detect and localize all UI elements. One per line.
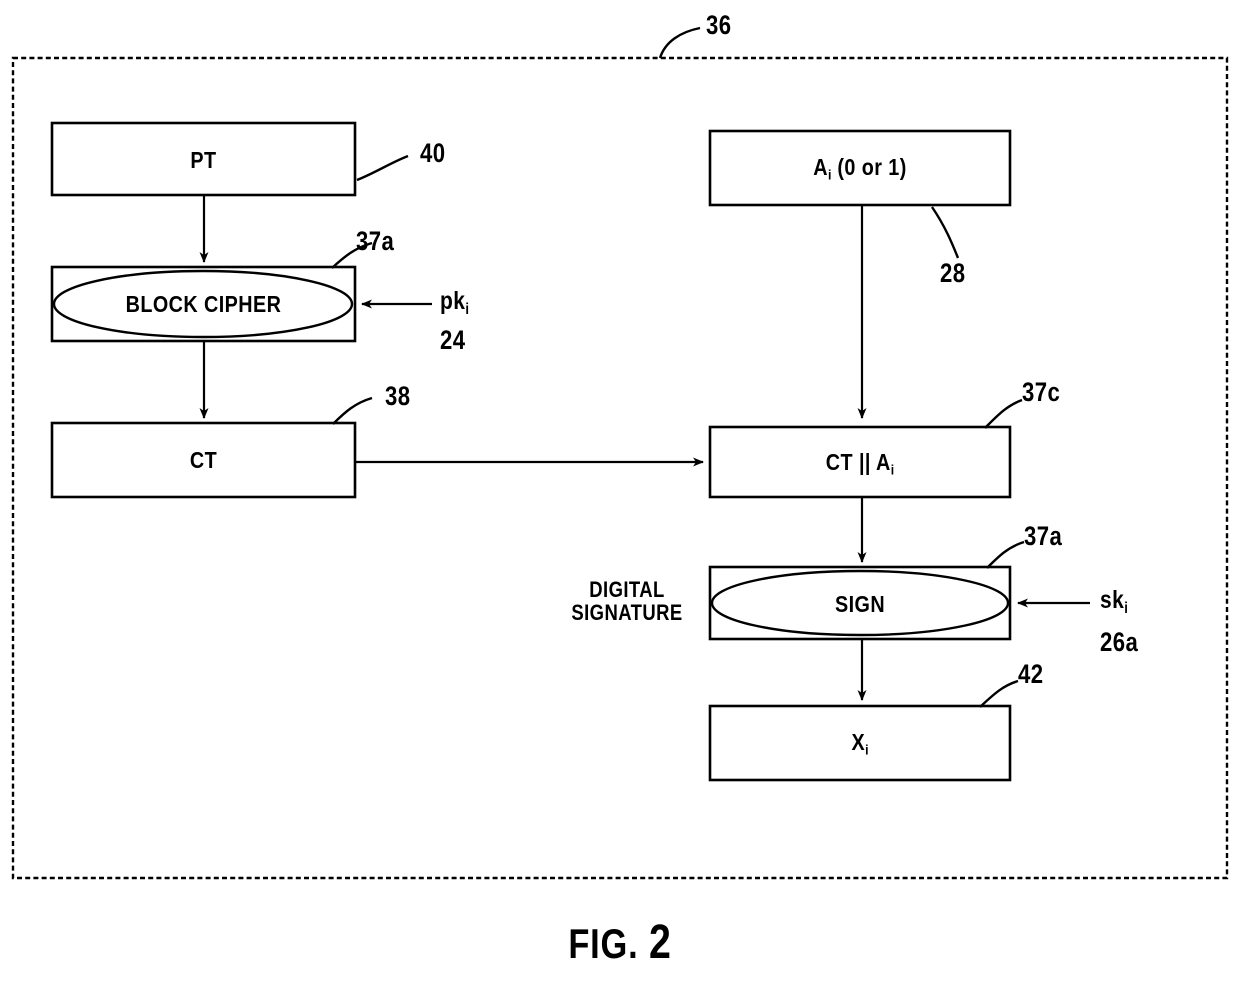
ref-40: 40 bbox=[420, 138, 446, 168]
pk-key-subscript: i bbox=[465, 300, 469, 318]
concat-label-main: CT || A bbox=[825, 449, 891, 475]
leader-40 bbox=[356, 154, 409, 182]
figure-caption-number: 2 bbox=[648, 916, 672, 969]
ref-38: 38 bbox=[385, 381, 411, 411]
xi-label-subscript: i bbox=[865, 742, 869, 759]
concat-label-subscript: i bbox=[890, 462, 895, 479]
ai-label-tail: (0 or 1) bbox=[831, 154, 907, 180]
xi-box-label: Xi bbox=[731, 729, 989, 759]
digital-signature-line-1: DIGITAL bbox=[589, 577, 665, 602]
ai-box-label: Ai (0 or 1) bbox=[731, 154, 989, 184]
sk-key-label: ski bbox=[1100, 586, 1128, 618]
sk-key-main: sk bbox=[1100, 586, 1125, 614]
patent-figure-2: 36 PT 40 BLOCK CIPHER 37a pki 24 CT 38 A… bbox=[0, 0, 1240, 988]
leader-42 bbox=[979, 679, 1019, 708]
ref-24: 24 bbox=[440, 325, 466, 355]
figure-caption-prefix: FIG. bbox=[568, 920, 639, 967]
leader-37c bbox=[984, 398, 1023, 429]
pk-key-label: pki bbox=[440, 287, 469, 319]
leader-38 bbox=[332, 396, 373, 425]
leader-36 bbox=[658, 26, 701, 59]
ref-26a: 26a bbox=[1100, 627, 1139, 657]
block-cipher-label: BLOCK CIPHER bbox=[125, 291, 282, 317]
ref-36: 36 bbox=[706, 10, 732, 40]
sign-box-label: SIGN bbox=[834, 591, 886, 617]
digital-signature-annotation: DIGITAL SIGNATURE bbox=[564, 578, 690, 624]
ref-28: 28 bbox=[940, 258, 966, 288]
leader-37a-right bbox=[986, 540, 1025, 569]
digital-signature-line-2: SIGNATURE bbox=[571, 600, 683, 626]
pt-box-label: PT bbox=[190, 147, 217, 173]
xi-label-main: X bbox=[851, 729, 866, 755]
figure-caption: FIG. 2 bbox=[112, 915, 1129, 970]
ai-label-main: A bbox=[813, 154, 828, 180]
ref-42: 42 bbox=[1018, 659, 1044, 689]
ref-37c: 37c bbox=[1022, 377, 1061, 407]
ct-box-label: CT bbox=[189, 447, 218, 473]
sk-key-subscript: i bbox=[1124, 599, 1128, 617]
ref-37a-left: 37a bbox=[356, 226, 395, 256]
ref-37a-right: 37a bbox=[1024, 521, 1063, 551]
pk-key-main: pk bbox=[440, 287, 466, 315]
concat-box-label: CT || Ai bbox=[731, 449, 989, 479]
leader-28 bbox=[931, 206, 960, 259]
